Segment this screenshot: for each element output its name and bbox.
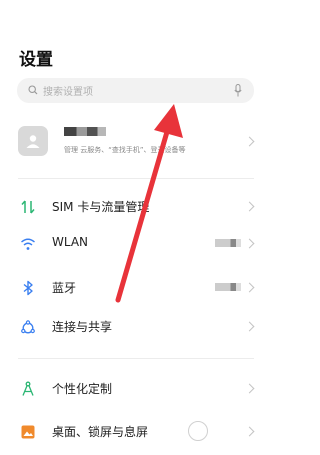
wifi-icon xyxy=(21,238,35,250)
chevron-right-icon xyxy=(244,383,255,394)
item-label: 连接与共享 xyxy=(52,320,113,334)
page-title: 设置 xyxy=(19,50,53,70)
item-label: 个性化定制 xyxy=(52,382,113,396)
chevron-right-icon xyxy=(244,136,255,147)
account-card[interactable]: 管理 云服务、“查找手机”、登录设备等 xyxy=(0,120,271,164)
search-placeholder: 搜索设置项 xyxy=(43,87,93,98)
circle-toggle[interactable] xyxy=(188,421,208,441)
divider xyxy=(18,358,254,359)
wlan-status-redacted xyxy=(215,239,241,247)
settings-item-connection-sharing[interactable]: 连接与共享 xyxy=(0,312,271,342)
personalization-icon xyxy=(22,381,34,396)
bluetooth-icon xyxy=(23,280,33,296)
settings-item-desktop-lockscreen[interactable]: 桌面、锁屏与息屏 xyxy=(0,417,271,447)
connection-sharing-icon xyxy=(21,320,35,334)
chevron-right-icon xyxy=(244,282,255,293)
settings-item-personalization[interactable]: 个性化定制 xyxy=(0,374,271,404)
settings-item-wlan[interactable]: WLAN xyxy=(0,229,271,259)
chevron-right-icon xyxy=(244,201,255,212)
wallpaper-icon xyxy=(21,425,35,439)
settings-item-sim[interactable]: SIM 卡与流量管理 xyxy=(0,192,271,222)
item-label: 桌面、锁屏与息屏 xyxy=(52,425,149,439)
microphone-icon[interactable] xyxy=(234,84,242,97)
chevron-right-icon xyxy=(244,426,255,437)
divider xyxy=(18,178,254,179)
person-icon xyxy=(26,135,40,148)
bluetooth-status-redacted xyxy=(215,283,241,291)
chevron-right-icon xyxy=(244,321,255,332)
sim-data-icon xyxy=(21,200,35,214)
item-label: 蓝牙 xyxy=(52,281,77,295)
item-label: WLAN xyxy=(52,235,89,249)
search-bar[interactable]: 搜索设置项 xyxy=(17,78,254,103)
item-label: SIM 卡与流量管理 xyxy=(52,200,150,214)
account-name-redacted xyxy=(64,127,106,136)
search-icon xyxy=(28,85,38,95)
avatar xyxy=(18,126,48,156)
chevron-right-icon xyxy=(244,238,255,249)
settings-item-bluetooth[interactable]: 蓝牙 xyxy=(0,273,271,303)
account-subtitle: 管理 云服务、“查找手机”、登录设备等 xyxy=(64,146,186,154)
